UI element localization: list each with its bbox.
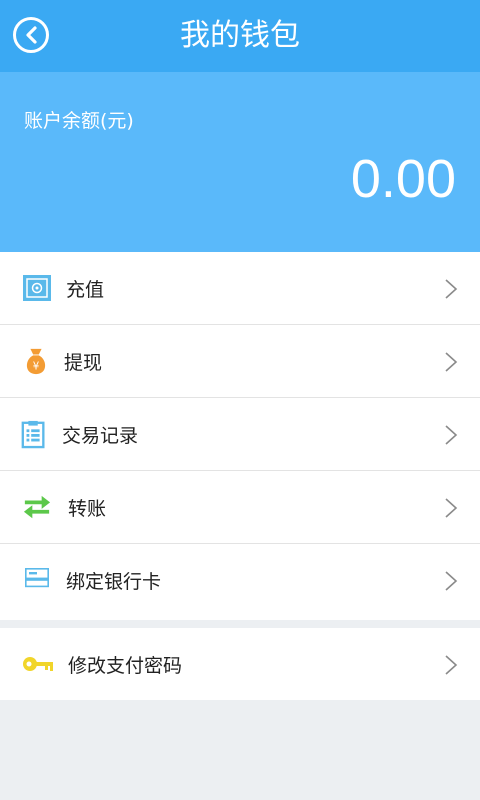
balance-label: 账户余额(元): [24, 110, 134, 132]
menu-item-label: 提现: [64, 352, 103, 374]
menu-item-label: 充值: [66, 279, 105, 301]
menu-item-label: 修改支付密码: [68, 655, 183, 677]
chevron-right-icon: [445, 352, 458, 372]
menu-item-label: 交易记录: [62, 425, 139, 447]
chevron-right-icon: [445, 571, 458, 591]
chevron-right-icon: [445, 498, 458, 518]
money-bag-icon: ¥: [26, 348, 46, 375]
svg-text:¥: ¥: [33, 360, 40, 372]
menu-item-withdraw[interactable]: ¥ 提现: [0, 325, 480, 398]
security-menu: 修改支付密码: [0, 628, 480, 700]
menu-item-transfer[interactable]: 转账: [0, 471, 480, 544]
chevron-right-icon: [445, 279, 458, 299]
menu-item-recharge[interactable]: 充值: [0, 252, 480, 325]
menu-item-label: 绑定银行卡: [66, 571, 162, 593]
safe-icon: [23, 275, 51, 301]
transfer-arrows-icon: [23, 495, 51, 519]
balance-value: 0.00: [350, 149, 456, 209]
bank-card-icon: [25, 568, 49, 588]
clipboard-list-icon: [21, 420, 45, 449]
page-title: 我的钱包: [180, 18, 300, 53]
menu-item-bind-card[interactable]: 绑定银行卡: [0, 544, 480, 617]
app-header: 我的钱包: [0, 0, 480, 72]
menu-item-label: 转账: [68, 498, 107, 520]
balance-card: 账户余额(元) 0.00: [0, 72, 480, 252]
chevron-right-icon: [445, 425, 458, 445]
key-icon: [23, 657, 53, 671]
chevron-right-icon: [445, 655, 458, 675]
menu-item-change-pay-password[interactable]: 修改支付密码: [0, 628, 480, 700]
wallet-menu: 充值 ¥ 提现 交易记录 转账 绑定银行卡: [0, 252, 480, 620]
menu-item-transactions[interactable]: 交易记录: [0, 398, 480, 471]
